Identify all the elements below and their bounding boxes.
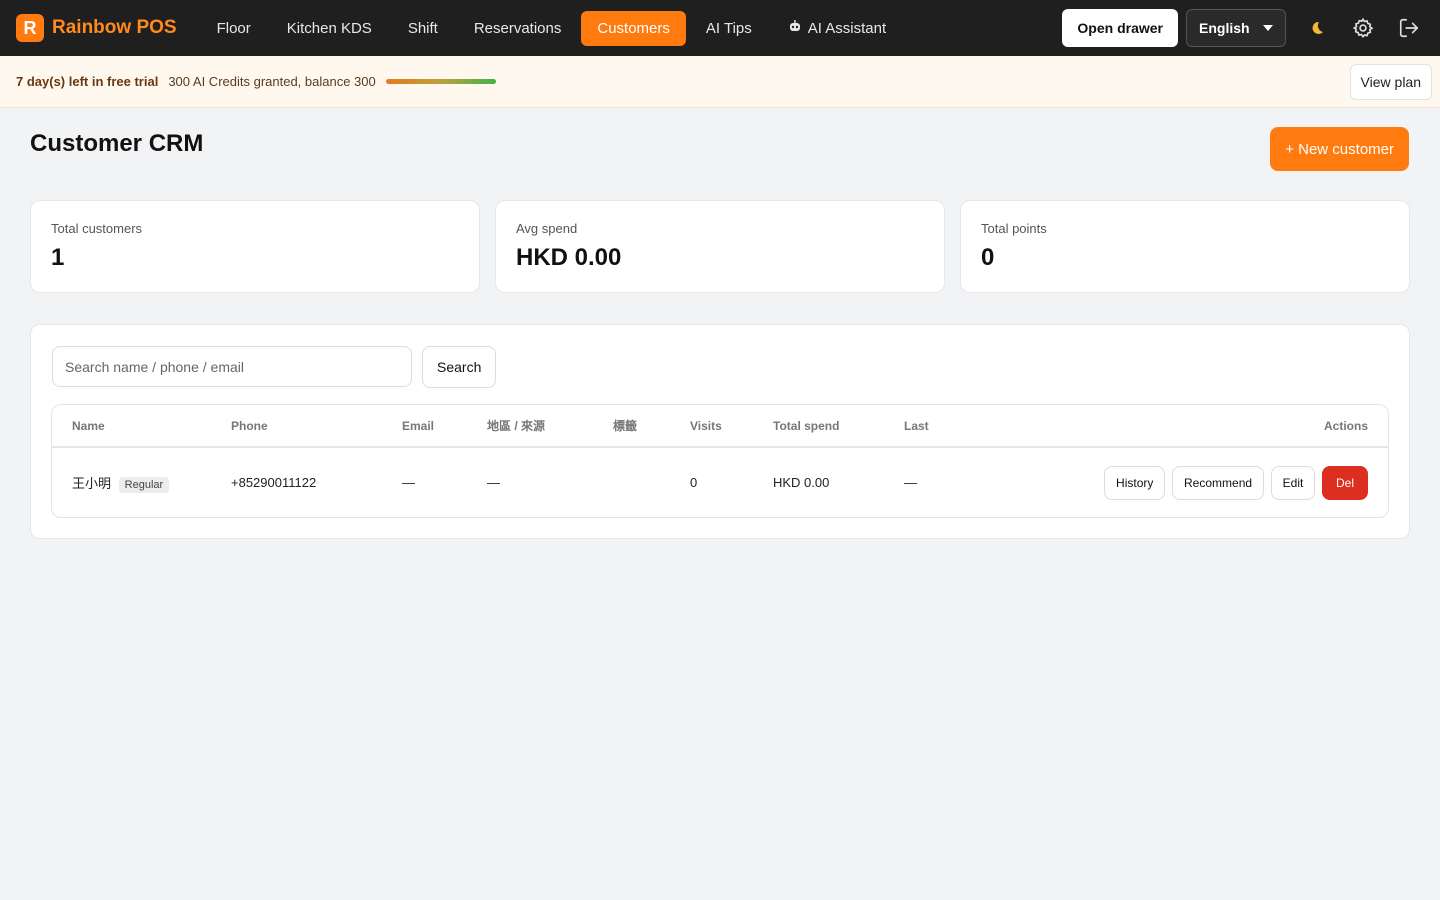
customer-table: Name Phone Email 地區 / 來源 標籤 Visits Total…	[51, 404, 1389, 518]
page-content: Customer CRM + New customer Total custom…	[0, 108, 1440, 539]
cell-phone: +85290011122	[231, 475, 317, 490]
search-input[interactable]	[52, 346, 412, 387]
top-nav-bar: R Rainbow POS Floor Kitchen KDS Shift Re…	[0, 0, 1440, 56]
history-button[interactable]: History	[1104, 465, 1166, 500]
logout-icon[interactable]	[1394, 13, 1424, 43]
stat-card-avg-spend: Avg spend HKD 0.00	[495, 200, 945, 293]
nav-ai-assistant[interactable]: AI Assistant	[772, 10, 902, 46]
nav-ai-tips[interactable]: AI Tips	[690, 11, 768, 46]
stat-value: HKD 0.00	[516, 244, 622, 271]
nav-customers[interactable]: Customers	[581, 10, 686, 46]
trial-banner: 7 day(s) left in free trial 300 AI Credi…	[0, 56, 1440, 108]
customer-name[interactable]: 王小明	[72, 476, 111, 491]
col-total-spend[interactable]: Total spend	[763, 405, 894, 448]
search-button[interactable]: Search	[422, 346, 497, 388]
stat-label: Avg spend	[516, 221, 578, 236]
recommend-button[interactable]: Recommend	[1172, 465, 1265, 500]
col-tags[interactable]: 標籤	[603, 405, 680, 448]
nav-kitchen-kds[interactable]: Kitchen KDS	[271, 11, 388, 46]
trial-progress-bar	[385, 79, 496, 84]
stats-row: Total customers 1 Avg spend HKD 0.00 Tot…	[30, 200, 1410, 293]
col-visits[interactable]: Visits	[680, 405, 763, 448]
col-actions: Actions	[984, 405, 1388, 448]
cell-region: —	[487, 475, 500, 490]
cell-email: —	[402, 475, 415, 490]
robot-icon	[788, 19, 802, 37]
moon-icon[interactable]	[1302, 13, 1332, 43]
nav-shift[interactable]: Shift	[392, 11, 454, 46]
nav-reservations[interactable]: Reservations	[458, 11, 578, 46]
chevron-down-icon	[1263, 25, 1273, 31]
brand-logo-icon: R	[16, 14, 44, 42]
page-header: Customer CRM + New customer	[30, 108, 1410, 200]
open-drawer-button[interactable]: Open drawer	[1062, 9, 1178, 47]
edit-button[interactable]: Edit	[1270, 465, 1316, 500]
table-header-row: Name Phone Email 地區 / 來源 標籤 Visits Total…	[52, 405, 1388, 448]
delete-button[interactable]: Del	[1321, 465, 1368, 500]
search-row: Search	[51, 346, 1389, 388]
stat-value: 1	[51, 244, 65, 271]
cell-name: 王小明 Regular	[52, 447, 221, 517]
view-plan-button[interactable]: View plan	[1349, 63, 1432, 100]
cell-visits: 0	[690, 475, 698, 490]
tier-badge: Regular	[118, 476, 170, 493]
stat-value: 0	[981, 244, 995, 271]
new-customer-button[interactable]: + New customer	[1270, 127, 1409, 171]
cell-actions: History Recommend Edit Del	[984, 447, 1388, 517]
main-nav: Floor Kitchen KDS Shift Reservations Cus…	[201, 10, 903, 46]
col-last[interactable]: Last	[894, 405, 984, 448]
trial-credits: 300 AI Credits granted, balance 300	[168, 74, 376, 89]
language-value: English	[1199, 20, 1250, 36]
col-region[interactable]: 地區 / 來源	[477, 405, 603, 448]
stat-card-total-customers: Total customers 1	[30, 200, 480, 293]
col-phone[interactable]: Phone	[221, 405, 392, 448]
brand-name: Rainbow POS	[52, 17, 177, 38]
stat-label: Total points	[981, 221, 1047, 236]
language-select[interactable]: English	[1186, 9, 1286, 47]
cell-last: —	[904, 475, 917, 490]
nav-floor[interactable]: Floor	[201, 11, 267, 46]
cell-tags	[603, 447, 680, 517]
customer-list-panel: Search Name Phone Email 地區 / 來源 標籤 Visit…	[30, 324, 1410, 539]
gear-icon[interactable]	[1348, 13, 1378, 43]
trial-days-left: 7 day(s) left in free trial	[16, 74, 159, 89]
stat-card-total-points: Total points 0	[960, 200, 1410, 293]
nav-ai-assistant-label: AI Assistant	[807, 19, 887, 37]
brand[interactable]: R Rainbow POS	[16, 14, 177, 42]
stat-label: Total customers	[51, 221, 143, 236]
table-row: 王小明 Regular +85290011122 — — 0 HKD 0.00 …	[52, 447, 1388, 517]
cell-total-spend: HKD 0.00	[773, 475, 830, 490]
col-name[interactable]: Name	[52, 405, 221, 448]
page-title: Customer CRM	[30, 130, 204, 157]
col-email[interactable]: Email	[392, 405, 477, 448]
